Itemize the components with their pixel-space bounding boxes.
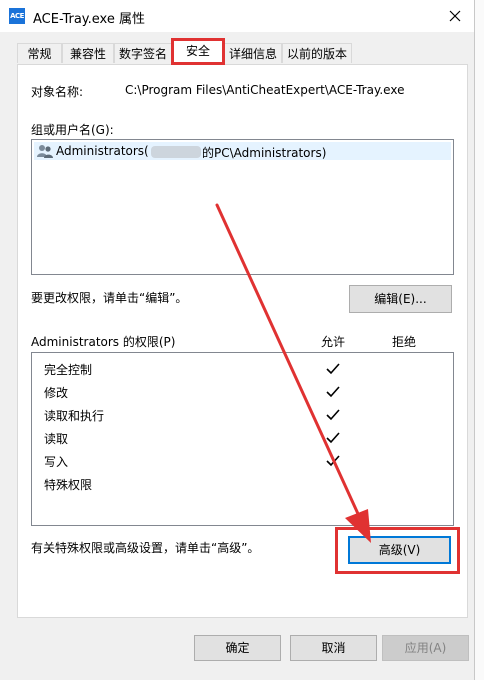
check-icon xyxy=(326,409,340,421)
perm-modify: 修改 xyxy=(44,386,69,400)
background-window-strip xyxy=(475,0,484,680)
tab-previous-versions[interactable]: 以前的版本 xyxy=(282,43,352,63)
advanced-button[interactable]: 高级(V) xyxy=(348,536,451,564)
perm-full-control: 完全控制 xyxy=(44,363,93,377)
group-name: Administrators xyxy=(56,144,145,158)
title-bar[interactable]: ACE ACE-Tray.exe 属性 xyxy=(0,0,474,32)
check-icon xyxy=(326,432,340,444)
tab-highlight-box xyxy=(171,38,225,65)
check-icon xyxy=(326,386,340,398)
close-icon xyxy=(449,10,461,22)
tab-general[interactable]: 常规 xyxy=(17,43,62,63)
group-row-administrators[interactable]: Administrators ( 的PC\Administrators) xyxy=(34,142,451,160)
permissions-label: Administrators 的权限(P) xyxy=(31,335,176,349)
edit-hint-text: 要更改权限，请单击“编辑”。 xyxy=(31,291,188,305)
blurred-redaction xyxy=(151,146,201,158)
tab-compatibility[interactable]: 兼容性 xyxy=(62,43,114,63)
close-button[interactable] xyxy=(443,4,467,28)
group-detail: 的PC\Administrators) xyxy=(202,146,327,160)
check-icon xyxy=(326,363,340,375)
perm-write: 写入 xyxy=(44,455,69,469)
tab-digital-signatures[interactable]: 数字签名 xyxy=(114,43,172,63)
perm-read-execute: 读取和执行 xyxy=(44,409,105,423)
apply-button[interactable]: 应用(A) xyxy=(382,635,469,661)
perm-read: 读取 xyxy=(44,432,69,446)
permissions-listbox[interactable]: 完全控制 修改 读取和执行 读取 写入 特殊权限 xyxy=(31,352,454,526)
object-name-value: C:\Program Files\AntiCheatExpert\ACE-Tra… xyxy=(125,83,405,97)
advanced-hint-text: 有关特殊权限或高级设置，请单击“高级”。 xyxy=(31,541,260,555)
perm-special: 特殊权限 xyxy=(44,478,93,492)
users-group-icon xyxy=(37,145,53,158)
object-name-label: 对象名称: xyxy=(31,85,84,99)
ace-app-icon: ACE xyxy=(9,8,25,24)
allow-column-header: 允许 xyxy=(321,335,346,349)
group-detail-open: ( xyxy=(144,144,149,158)
properties-dialog: ACE ACE-Tray.exe 属性 常规 兼容性 数字签名 安全 详细信息 … xyxy=(0,0,475,680)
window-title: ACE-Tray.exe 属性 xyxy=(33,12,145,27)
edit-button[interactable]: 编辑(E)... xyxy=(349,285,452,313)
group-listbox[interactable]: Administrators ( 的PC\Administrators) xyxy=(31,139,454,275)
group-list-label: 组或用户名(G): xyxy=(31,123,114,137)
deny-column-header: 拒绝 xyxy=(392,335,417,349)
tab-details[interactable]: 详细信息 xyxy=(224,43,282,63)
check-icon xyxy=(326,455,340,467)
cancel-button[interactable]: 取消 xyxy=(290,635,377,661)
ok-button[interactable]: 确定 xyxy=(194,635,281,661)
